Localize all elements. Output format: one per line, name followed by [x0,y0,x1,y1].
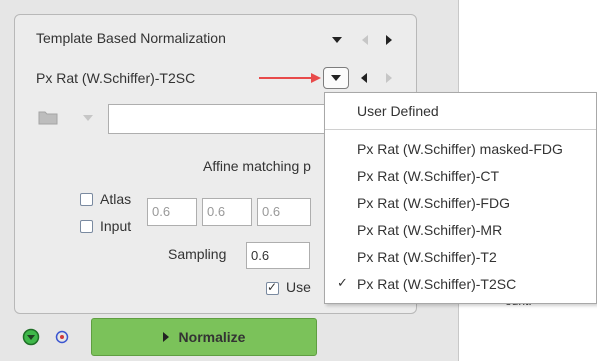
collapse-icon[interactable] [332,37,342,43]
menu-item-label: Px Rat (W.Schiffer)-MR [357,222,503,238]
next-icon[interactable] [386,35,392,45]
target-icon[interactable] [55,330,69,344]
atlas-label: Atlas [100,191,132,207]
menu-item-fdg[interactable]: Px Rat (W.Schiffer)-FDG [325,191,596,217]
folder-icon[interactable] [38,109,60,125]
file-path-field[interactable] [108,104,328,134]
menu-item-label: Px Rat (W.Schiffer) masked-FDG [357,141,563,157]
menu-item-label: Px Rat (W.Schiffer)-T2 [357,249,497,265]
annotation-arrow [259,73,321,83]
folder-dropdown-icon [83,115,93,121]
normalize-button[interactable]: Normalize [91,318,317,356]
menu-item-label: User Defined [357,103,439,119]
atlas-value-y[interactable]: 0.6 [202,198,252,226]
group-title: Template Based Normalization [36,30,226,46]
template-dropdown-menu: User Defined Px Rat (W.Schiffer) masked-… [324,92,597,304]
check-icon: ✓ [337,276,348,291]
atlas-value-z[interactable]: 0.6 [257,198,311,226]
menu-item-user-defined[interactable]: User Defined [325,99,596,125]
input-checkbox[interactable] [80,220,93,233]
menu-item-t2[interactable]: Px Rat (W.Schiffer)-T2 [325,245,596,271]
menu-item-ct[interactable]: Px Rat (W.Schiffer)-CT [325,164,596,190]
normalize-label: Normalize [178,329,246,345]
input-label: Input [100,218,132,234]
atlas-value-x[interactable]: 0.6 [147,198,197,226]
menu-item-t2sc[interactable]: ✓ Px Rat (W.Schiffer)-T2SC [325,272,596,298]
template-prev-icon[interactable] [361,73,367,83]
template-label: Px Rat (W.Schiffer)-T2SC [36,70,196,86]
menu-item-label: Px Rat (W.Schiffer)-CT [357,168,500,184]
menu-item-label: Px Rat (W.Schiffer)-T2SC [357,276,517,292]
use-checkbox[interactable] [266,280,279,295]
menu-item-label: Px Rat (W.Schiffer)-FDG [357,195,510,211]
use-label: Use [286,279,311,295]
atlas-checkbox[interactable] [80,193,93,206]
play-icon [162,332,169,342]
menu-item-masked-fdg[interactable]: Px Rat (W.Schiffer) masked-FDG [325,137,596,163]
affine-matching-label: Affine matching p [203,158,311,174]
sampling-field[interactable]: 0.6 [246,242,310,269]
previous-icon [362,35,368,45]
sampling-label: Sampling [168,246,227,262]
template-dropdown-button[interactable] [323,67,349,89]
green-status-icon[interactable] [22,328,40,346]
template-next-icon [386,73,392,83]
chevron-down-icon [331,75,341,81]
menu-separator [325,129,596,130]
menu-item-mr[interactable]: Px Rat (W.Schiffer)-MR [325,218,596,244]
